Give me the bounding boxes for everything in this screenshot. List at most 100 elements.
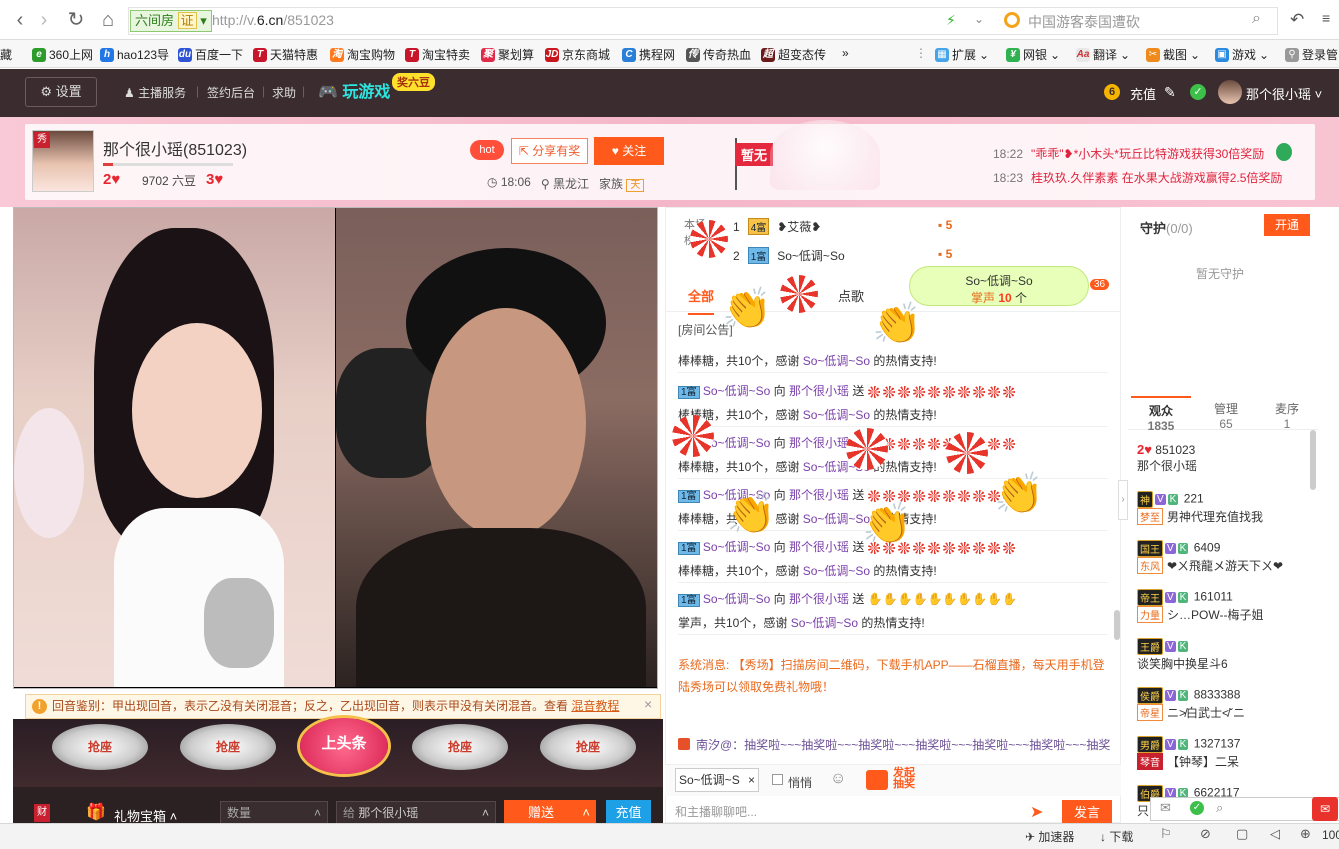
news-item[interactable]: 18:23 桂玖玖.久伴素素 在水果大战游戏赢得2.5倍奖励 bbox=[993, 169, 1282, 186]
message-sender[interactable]: So~低调~So bbox=[791, 616, 858, 630]
search-icon[interactable]: ⌕ bbox=[1252, 10, 1261, 28]
username-menu[interactable]: 那个很小瑶 ˅ bbox=[1246, 84, 1322, 103]
sound-icon[interactable]: ◁ bbox=[1270, 826, 1280, 842]
search-engine-icon[interactable] bbox=[1004, 12, 1020, 28]
bookmark-item[interactable]: T 天猫特惠 bbox=[253, 46, 318, 63]
mix-tutorial-link[interactable]: 混音教程 bbox=[571, 699, 619, 713]
audience-item[interactable]: 2♥ 851023 那个很小瑶 bbox=[1137, 442, 1307, 474]
home-icon[interactable]: ⌂ bbox=[96, 8, 120, 32]
search-input[interactable]: 中国游客泰国遭砍 bbox=[1028, 12, 1140, 32]
close-icon[interactable]: × bbox=[748, 769, 755, 791]
reload-icon[interactable]: ↻ bbox=[64, 8, 88, 32]
quantity-input[interactable]: 数量 ˄ bbox=[220, 801, 328, 825]
rank-row[interactable]: 1 4富 ❥艾薇❥ bbox=[733, 218, 821, 235]
emoji-icon[interactable]: ☺ bbox=[830, 770, 846, 788]
chat-input[interactable]: 和主播聊聊吧... bbox=[675, 800, 1035, 824]
check-icon[interactable]: ✓ bbox=[1190, 801, 1204, 815]
ext-item[interactable]: Aa 翻译 ⌄ bbox=[1076, 46, 1130, 63]
site-identity-badge[interactable]: 六间房 证 ▾ bbox=[130, 10, 212, 32]
help-link[interactable]: 求助 bbox=[272, 84, 296, 101]
grab-seat-button[interactable]: 抢座 bbox=[180, 724, 276, 770]
bookmark-item[interactable]: JD 京东商城 bbox=[545, 46, 610, 63]
message-user[interactable]: So~低调~So bbox=[703, 540, 770, 554]
url-text[interactable]: http://v.6.cn/851023 bbox=[212, 12, 334, 28]
audience-item[interactable]: 帝王 V K 161011 力量 シ…POW--梅子姐 bbox=[1137, 589, 1307, 623]
message-sender[interactable]: So~低调~So bbox=[803, 564, 870, 578]
check-icon[interactable]: ✓ bbox=[1190, 84, 1206, 100]
flag-icon[interactable]: ⚐ bbox=[1160, 826, 1172, 842]
video-guest-stream[interactable] bbox=[336, 208, 657, 687]
message-sender[interactable]: So~低调~So bbox=[803, 512, 870, 526]
zoom-icon[interactable]: ⊕ bbox=[1300, 826, 1311, 842]
message-user[interactable]: So~低调~So bbox=[703, 384, 770, 398]
message-host[interactable]: 那个很小瑶 bbox=[789, 384, 849, 398]
message-sender[interactable]: So~低调~So bbox=[803, 408, 870, 422]
bookmarks-more-button[interactable]: » bbox=[842, 46, 849, 60]
audience-item[interactable]: 国王 V K 6409 东风 ❤ㄨ飛龍メ游天下ㄨ❤ bbox=[1137, 540, 1307, 574]
close-icon[interactable]: × bbox=[644, 696, 652, 712]
bookmark-item[interactable]: T 淘宝特卖 bbox=[405, 46, 470, 63]
wealth-icon[interactable]: 财 bbox=[34, 804, 50, 822]
tab-admin[interactable]: 管理 65 bbox=[1196, 396, 1256, 431]
lottery-icon[interactable] bbox=[866, 770, 888, 790]
play-games-link[interactable]: 🎮 玩游戏 bbox=[318, 78, 390, 102]
window-icon[interactable]: ▢ bbox=[1236, 826, 1248, 842]
bookmark-item[interactable]: h hao123导 bbox=[100, 46, 169, 63]
message-icon[interactable]: ✉ bbox=[1312, 797, 1338, 821]
bookmark-item[interactable]: 淘淘宝购物 bbox=[330, 46, 395, 63]
ext-item[interactable]: ✂ 截图 ⌄ bbox=[1146, 46, 1200, 63]
rank-row[interactable]: 2 1富 So~低调~So bbox=[733, 247, 845, 264]
family-info[interactable]: 家族 天 bbox=[599, 175, 645, 192]
tab-all[interactable]: 全部 bbox=[688, 286, 715, 315]
audience-item[interactable]: 男爵 V K 1327137 琴音 【钟琴】二呆 bbox=[1137, 736, 1307, 770]
browser-icon[interactable]: ⊘ bbox=[1200, 826, 1211, 842]
share-button[interactable]: ⇱ 分享有奖 bbox=[511, 138, 588, 164]
dropdown-chevron-icon[interactable]: ⌄ bbox=[974, 12, 984, 26]
private-checkbox[interactable] bbox=[772, 774, 783, 785]
back-icon[interactable]: ‹ bbox=[8, 8, 32, 32]
message-host[interactable]: 那个很小瑶 bbox=[789, 436, 849, 450]
settings-button[interactable]: ⚙ 设置 bbox=[25, 77, 97, 107]
paper-plane-icon[interactable]: ➤ bbox=[1030, 802, 1043, 822]
grab-seat-button[interactable]: 抢座 bbox=[52, 724, 148, 770]
message-sender[interactable]: So~低调~So bbox=[803, 354, 870, 368]
headline-button[interactable]: 上头条 bbox=[300, 718, 388, 774]
ext-item[interactable]: ▣ 游戏 ⌄ bbox=[1215, 46, 1269, 63]
tab-audience[interactable]: 观众 1835 bbox=[1131, 396, 1191, 433]
download-button[interactable]: ↓ 下载 bbox=[1100, 828, 1133, 845]
grab-seat-button[interactable]: 抢座 bbox=[412, 724, 508, 770]
mail-icon[interactable]: ✉ bbox=[1160, 800, 1171, 816]
accelerator-button[interactable]: ✈ 加速器 bbox=[1025, 828, 1074, 845]
ext-item[interactable]: ▦ 扩展 ⌄ bbox=[935, 46, 989, 63]
follow-button[interactable]: ♥ 关注 bbox=[594, 137, 664, 165]
open-guard-button[interactable]: 开通 bbox=[1264, 214, 1310, 236]
bookmark-item[interactable]: 超超变态传 bbox=[761, 46, 826, 63]
bookmark-item[interactable]: e 360上网 bbox=[32, 46, 93, 63]
tab-song[interactable]: 点歌 bbox=[838, 286, 864, 305]
audience-item[interactable]: 神VK 221 梦至 男神代理充值找我 bbox=[1137, 491, 1307, 525]
ext-item[interactable]: ⚲ 登录管 bbox=[1285, 46, 1338, 63]
search-icon[interactable]: ⌕ bbox=[1216, 800, 1223, 816]
recipient-select[interactable]: 给 那个很小瑶 ˄ bbox=[336, 801, 496, 825]
video-host-stream[interactable] bbox=[14, 208, 335, 687]
lightning-icon[interactable]: ⚡ bbox=[946, 12, 956, 29]
recharge-link[interactable]: 充值 bbox=[1130, 84, 1156, 103]
tab-mic-queue[interactable]: 麦序 1 bbox=[1257, 396, 1317, 431]
launch-lottery-button[interactable]: 发起 抽奖 bbox=[893, 768, 943, 792]
message-host[interactable]: 那个很小瑶 bbox=[789, 592, 849, 606]
bookmark-item[interactable]: du 百度一下 bbox=[178, 46, 243, 63]
bookmark-item[interactable]: 藏 bbox=[0, 46, 12, 63]
audience-item[interactable]: 侯爵 V K 8833388 帝星 ニ≯白武士≮ˇニ bbox=[1137, 687, 1307, 721]
collapse-arrow-icon[interactable]: › bbox=[1118, 480, 1128, 520]
message-host[interactable]: 那个很小瑶 bbox=[789, 488, 849, 502]
user-avatar[interactable] bbox=[1218, 80, 1242, 104]
bookmark-item[interactable]: 传传奇热血 bbox=[686, 46, 751, 63]
chat-target-select[interactable]: So~低调~S × bbox=[675, 768, 759, 792]
message-user[interactable]: So~低调~So bbox=[703, 592, 770, 606]
bookmark-item[interactable]: 聚聚划算 bbox=[481, 46, 534, 63]
bookmark-item[interactable]: C 携程网 bbox=[622, 46, 675, 63]
host-service-link[interactable]: ♟ 主播服务 bbox=[124, 84, 186, 101]
message-host[interactable]: 那个很小瑶 bbox=[789, 540, 849, 554]
menu-icon[interactable]: ≡ bbox=[1322, 10, 1330, 26]
audience-scrollbar[interactable] bbox=[1310, 430, 1316, 490]
